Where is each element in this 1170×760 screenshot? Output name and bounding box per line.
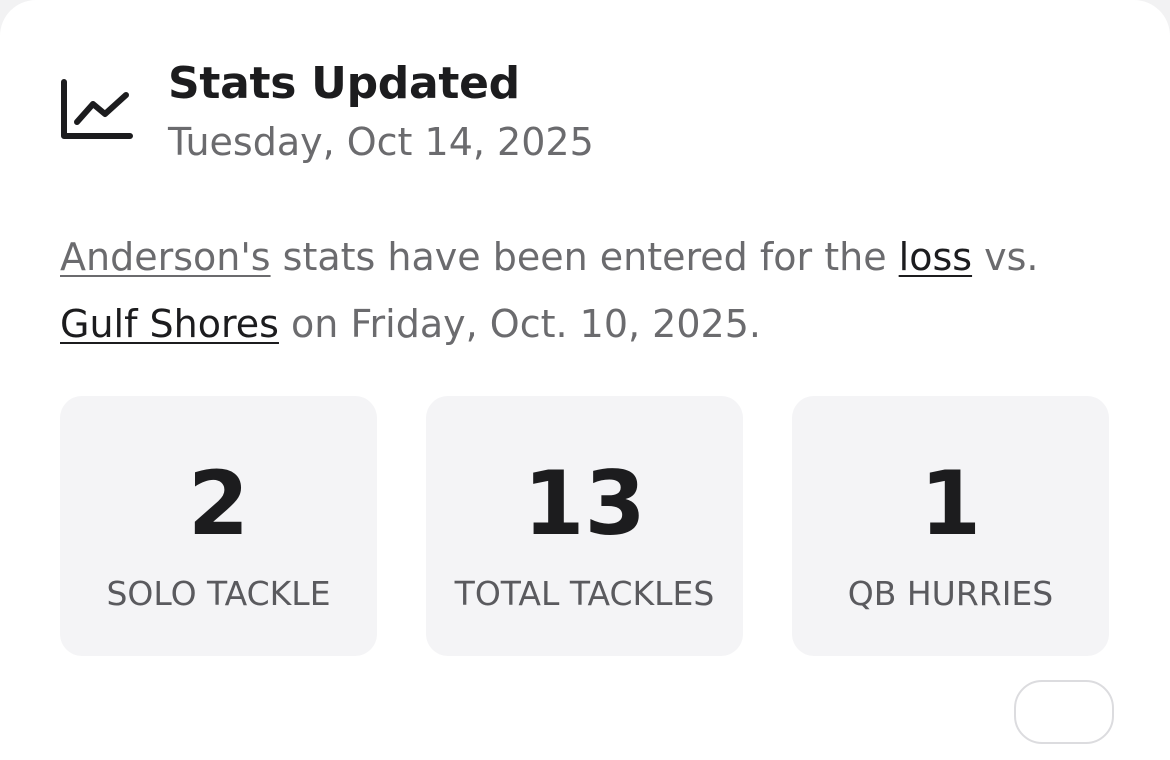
stat-label: SOLO TACKLE <box>106 574 331 613</box>
stat-card-qb-hurries: 1 QB HURRIES <box>792 396 1109 656</box>
notification-message: Anderson's stats have been entered for t… <box>60 224 1120 358</box>
game-result-link[interactable]: loss <box>899 235 972 279</box>
stat-label: TOTAL TACKLES <box>454 574 715 613</box>
message-text-2: vs. <box>972 235 1039 279</box>
message-text-3: on Friday, Oct. 10, 2025. <box>278 302 761 346</box>
message-text-1: stats have been entered for the <box>270 235 899 279</box>
stat-label: QB HURRIES <box>847 574 1054 613</box>
notification-card: Stats Updated Tuesday, Oct 14, 2025 Ande… <box>0 0 1170 760</box>
notification-date: Tuesday, Oct 14, 2025 <box>168 120 594 164</box>
player-link[interactable]: Anderson's <box>60 235 271 279</box>
stat-value: 2 <box>187 452 250 555</box>
opponent-link[interactable]: Gulf Shores <box>60 302 279 346</box>
stat-value: 1 <box>919 452 982 555</box>
line-chart-icon <box>60 78 134 144</box>
stat-value: 13 <box>523 452 646 555</box>
notification-title: Stats Updated <box>168 58 520 109</box>
action-button[interactable] <box>1014 680 1114 744</box>
stat-card-solo-tackle: 2 SOLO TACKLE <box>60 396 377 656</box>
stat-card-total-tackles: 13 TOTAL TACKLES <box>426 396 743 656</box>
